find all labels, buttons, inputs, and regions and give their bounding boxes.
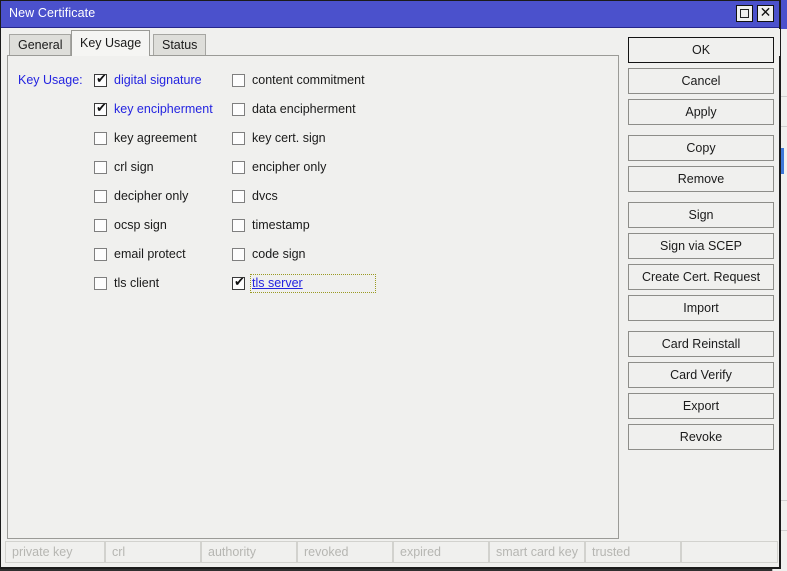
checkbox-box[interactable] <box>232 190 245 203</box>
key-usage-label: Key Usage: <box>18 73 83 87</box>
sign-via-scep-button[interactable]: Sign via SCEP <box>628 233 774 259</box>
status-cell-authority: authority <box>201 541 297 563</box>
status-cell-smart-card-key: smart card key <box>489 541 585 563</box>
checkbox-label: digital signature <box>114 73 202 87</box>
checkbox-label: timestamp <box>252 218 310 232</box>
ok-button[interactable]: OK <box>628 37 774 63</box>
checkbox-box[interactable] <box>94 161 107 174</box>
checkbox-box[interactable]: ✔ <box>94 100 107 116</box>
window-title: New Certificate <box>9 6 96 20</box>
status-cell-crl: crl <box>105 541 201 563</box>
checkbox-box[interactable] <box>94 190 107 203</box>
checkbox-box[interactable] <box>94 248 107 261</box>
checkbox-box[interactable] <box>232 74 245 87</box>
sign-button[interactable]: Sign <box>628 202 774 228</box>
status-cell-empty <box>681 541 778 563</box>
copy-button[interactable]: Copy <box>628 135 774 161</box>
checkbox-box[interactable] <box>232 103 245 116</box>
new-certificate-dialog: New Certificate ✕ General Key Usage Stat… <box>0 0 781 569</box>
checkbox-label: dvcs <box>252 189 278 203</box>
tab-status[interactable]: Status <box>153 34 207 56</box>
tab-key-usage[interactable]: Key Usage <box>71 30 151 56</box>
check-icon: ✔ <box>96 71 107 86</box>
close-button[interactable]: ✕ <box>757 5 774 22</box>
checkbox-label: content commitment <box>252 73 365 87</box>
export-button[interactable]: Export <box>628 393 774 419</box>
maximize-button[interactable] <box>736 5 753 22</box>
checkbox-box[interactable] <box>232 248 245 261</box>
checkbox-label: code sign <box>252 247 306 261</box>
create-cert-request-button[interactable]: Create Cert. Request <box>628 264 774 290</box>
checkbox-label: key encipherment <box>114 102 213 116</box>
card-reinstall-button[interactable]: Card Reinstall <box>628 331 774 357</box>
checkbox-label: ocsp sign <box>114 218 167 232</box>
import-button[interactable]: Import <box>628 295 774 321</box>
checkbox-box[interactable] <box>232 161 245 174</box>
checkbox-box[interactable] <box>94 277 107 290</box>
checkbox-label: key agreement <box>114 131 197 145</box>
remove-button[interactable]: Remove <box>628 166 774 192</box>
status-bar: private key crl authority revoked expired sma… <box>5 541 778 563</box>
card-verify-button[interactable]: Card Verify <box>628 362 774 388</box>
checkbox-box[interactable] <box>232 219 245 232</box>
status-cell-revoked: revoked <box>297 541 393 563</box>
checkbox-box[interactable]: ✔ <box>94 71 107 87</box>
checkbox-box[interactable]: ✔ <box>232 274 245 290</box>
checkbox-label: decipher only <box>114 189 189 203</box>
cancel-button[interactable]: Cancel <box>628 68 774 94</box>
checkbox-box[interactable] <box>232 132 245 145</box>
action-button-column: OK Cancel Apply Copy Remove Sign Sign via SCEP… <box>628 37 774 455</box>
checkbox-label: key cert. sign <box>252 131 326 145</box>
check-icon: ✔ <box>234 274 245 289</box>
checkbox-label: email protect <box>114 247 186 261</box>
checkbox-label: tls client <box>114 276 160 290</box>
apply-button[interactable]: Apply <box>628 99 774 125</box>
checkbox-label: data encipherment <box>252 102 356 116</box>
status-cell-trusted: trusted <box>585 541 681 563</box>
key-usage-panel: Key Usage: ✔ digital signature ✔ key enciph… <box>7 55 619 539</box>
status-cell-expired: expired <box>393 541 489 563</box>
checkbox-label: crl sign <box>114 160 154 174</box>
checkbox-box[interactable] <box>94 219 107 232</box>
maximize-icon <box>740 9 749 18</box>
close-icon: ✕ <box>759 4 772 20</box>
titlebar[interactable]: New Certificate ✕ <box>1 1 779 28</box>
check-icon: ✔ <box>96 100 107 115</box>
revoke-button[interactable]: Revoke <box>628 424 774 450</box>
checkbox-box[interactable] <box>94 132 107 145</box>
tab-general[interactable]: General <box>9 34 72 56</box>
focus-ring <box>250 274 376 293</box>
status-cell-private-key: private key <box>5 541 105 563</box>
checkbox-label: encipher only <box>252 160 327 174</box>
desktop-background: New Certificate ✕ General Key Usage Stat… <box>0 0 787 571</box>
